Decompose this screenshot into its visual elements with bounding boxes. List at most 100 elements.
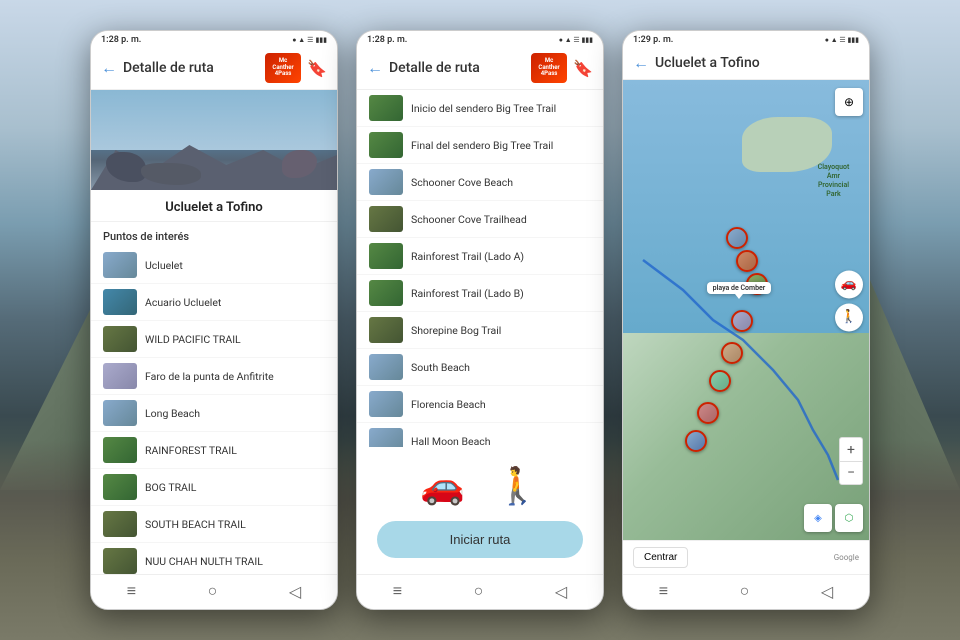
list-item[interactable]: RAINFOREST TRAIL bbox=[91, 432, 337, 469]
phone2-nav-home[interactable]: ○ bbox=[474, 581, 484, 601]
poi-thumb bbox=[103, 511, 137, 537]
phone1-nav-back[interactable]: ◁ bbox=[289, 582, 301, 601]
center-button[interactable]: Centrar bbox=[633, 547, 688, 568]
phone-3: 1:29 p. m. ● ▲ ☰ ▮▮▮ ← Ucluelet a Tofino… bbox=[622, 30, 870, 610]
poi-thumb bbox=[369, 391, 403, 417]
maps-icon[interactable]: ◈ bbox=[804, 504, 832, 532]
phone3-status-icons: ● ▲ ☰ ▮▮▮ bbox=[825, 36, 859, 44]
phone3-bottom-nav: ≡ ○ ◁ bbox=[623, 574, 869, 609]
poi-thumb bbox=[369, 206, 403, 232]
list-item[interactable]: Hall Moon Beach bbox=[357, 423, 603, 447]
list-item[interactable]: NUU CHAH NULTH TRAIL bbox=[91, 543, 337, 574]
phone1-route-title-section: Ucluelet a Tofino bbox=[91, 190, 337, 222]
location-button[interactable]: ⊕ bbox=[835, 88, 863, 116]
phone2-bookmark-icon[interactable]: 🔖 bbox=[573, 59, 593, 78]
poi-name: SOUTH BEACH TRAIL bbox=[145, 518, 246, 531]
phone2-logo: McCanther4Pass bbox=[531, 53, 567, 83]
list-item[interactable]: Long Beach bbox=[91, 395, 337, 432]
phone2-bottom-nav: ≡ ○ ◁ bbox=[357, 574, 603, 609]
poi-name: South Beach bbox=[411, 361, 470, 374]
list-item[interactable]: Rainforest Trail (Lado B) bbox=[357, 275, 603, 312]
phone2-nav-back[interactable]: ◁ bbox=[555, 582, 567, 601]
phone2-transport-icons: 🚗 🚶 bbox=[357, 447, 603, 521]
list-item[interactable]: Faro de la punta de Anfitrite bbox=[91, 358, 337, 395]
map-walk-button[interactable]: 🚶 bbox=[835, 303, 863, 331]
google-logo: Google bbox=[834, 553, 859, 562]
poi-name: Rainforest Trail (Lado A) bbox=[411, 250, 524, 263]
poi-name: Inicio del sendero Big Tree Trail bbox=[411, 102, 556, 115]
list-item[interactable]: South Beach bbox=[357, 349, 603, 386]
map-view[interactable]: Clayoquot Amr Provincial Park bbox=[623, 80, 869, 540]
phone3-nav-back[interactable]: ◁ bbox=[821, 582, 833, 601]
phone1-nav-menu[interactable]: ≡ bbox=[127, 581, 136, 601]
list-item[interactable]: Schooner Cove Trailhead bbox=[357, 201, 603, 238]
google-maps-icon[interactable]: ⬡ bbox=[835, 504, 863, 532]
list-item[interactable]: Acuario Ucluelet bbox=[91, 284, 337, 321]
list-item[interactable]: Shorepine Bog Trail bbox=[357, 312, 603, 349]
list-item[interactable]: SOUTH BEACH TRAIL bbox=[91, 506, 337, 543]
phone3-map-bottom-bar: Centrar Google bbox=[623, 540, 869, 574]
zoom-in-button[interactable]: + bbox=[839, 437, 863, 461]
poi-name: Shorepine Bog Trail bbox=[411, 324, 501, 337]
poi-name: BOG TRAIL bbox=[145, 481, 196, 494]
poi-name: Faro de la punta de Anfitrite bbox=[145, 370, 274, 383]
poi-name: Ucluelet bbox=[145, 259, 183, 272]
zoom-controls: + − bbox=[839, 437, 863, 485]
poi-thumb bbox=[103, 252, 137, 278]
poi-thumb bbox=[369, 95, 403, 121]
phone2-poi-list: Inicio del sendero Big Tree Trail Final … bbox=[357, 90, 603, 447]
poi-name: RAINFOREST TRAIL bbox=[145, 444, 237, 457]
poi-name: Hall Moon Beach bbox=[411, 435, 491, 448]
hero-sky bbox=[91, 90, 337, 150]
poi-thumb bbox=[103, 437, 137, 463]
phone1-nav-bar: ← Detalle de ruta McCanther4Pass 🔖 bbox=[91, 47, 337, 90]
list-item[interactable]: BOG TRAIL bbox=[91, 469, 337, 506]
phone-2: 1:28 p. m. ● ▲ ☰ ▮▮▮ ← Detalle de ruta M… bbox=[356, 30, 604, 610]
phone1-title: Detalle de ruta bbox=[123, 60, 259, 76]
list-item[interactable]: Ucluelet bbox=[91, 247, 337, 284]
poi-thumb bbox=[103, 548, 137, 574]
list-item[interactable]: Schooner Cove Beach bbox=[357, 164, 603, 201]
zoom-out-button[interactable]: − bbox=[839, 461, 863, 485]
list-item[interactable]: WILD PACIFIC TRAIL bbox=[91, 321, 337, 358]
phone2-nav-menu[interactable]: ≡ bbox=[393, 581, 402, 601]
phone3-nav-home[interactable]: ○ bbox=[740, 581, 750, 601]
phone-1: 1:28 p. m. ● ▲ ☰ ▮▮▮ ← Detalle de ruta M… bbox=[90, 30, 338, 610]
poi-thumb bbox=[369, 243, 403, 269]
start-route-button[interactable]: Iniciar ruta bbox=[377, 521, 583, 558]
poi-thumb bbox=[369, 280, 403, 306]
phone1-back-button[interactable]: ← bbox=[101, 58, 117, 78]
poi-thumb bbox=[103, 363, 137, 389]
phone3-status-bar: 1:29 p. m. ● ▲ ☰ ▮▮▮ bbox=[623, 31, 869, 47]
phone1-time: 1:28 p. m. bbox=[101, 35, 141, 45]
poi-thumb bbox=[369, 169, 403, 195]
phone3-nav-bar: ← Ucluelet a Tofino bbox=[623, 47, 869, 80]
list-item[interactable]: Rainforest Trail (Lado A) bbox=[357, 238, 603, 275]
list-item[interactable]: Inicio del sendero Big Tree Trail bbox=[357, 90, 603, 127]
map-car-button[interactable]: 🚗 bbox=[835, 270, 863, 298]
app-logo-1: McCanther4Pass bbox=[265, 53, 301, 83]
map-location-control[interactable]: ⊕ bbox=[835, 88, 863, 116]
phone3-time: 1:29 p. m. bbox=[633, 35, 673, 45]
phone1-logo: McCanther4Pass bbox=[265, 53, 301, 83]
map-transport-controls: 🚗 🚶 bbox=[835, 270, 863, 331]
phone1-poi-header: Puntos de interés bbox=[91, 222, 337, 247]
list-item[interactable]: Florencia Beach bbox=[357, 386, 603, 423]
poi-name: Schooner Cove Beach bbox=[411, 176, 513, 189]
app-logo-2: McCanther4Pass bbox=[531, 53, 567, 83]
map-app-icons: ◈ ⬡ bbox=[804, 504, 863, 532]
car-icon: 🚗 bbox=[420, 465, 465, 507]
phone1-status-bar: 1:28 p. m. ● ▲ ☰ ▮▮▮ bbox=[91, 31, 337, 47]
poi-thumb bbox=[103, 400, 137, 426]
phone1-bookmark-icon[interactable]: 🔖 bbox=[307, 59, 327, 78]
phone2-back-button[interactable]: ← bbox=[367, 58, 383, 78]
poi-name: WILD PACIFIC TRAIL bbox=[145, 333, 241, 346]
poi-thumb bbox=[369, 428, 403, 447]
phone2-time: 1:28 p. m. bbox=[367, 35, 407, 45]
phone3-back-button[interactable]: ← bbox=[633, 53, 649, 73]
phone3-nav-menu[interactable]: ≡ bbox=[659, 581, 668, 601]
list-item[interactable]: Final del sendero Big Tree Trail bbox=[357, 127, 603, 164]
poi-thumb bbox=[103, 326, 137, 352]
poi-name: NUU CHAH NULTH TRAIL bbox=[145, 555, 263, 568]
phone1-nav-home[interactable]: ○ bbox=[208, 581, 218, 601]
